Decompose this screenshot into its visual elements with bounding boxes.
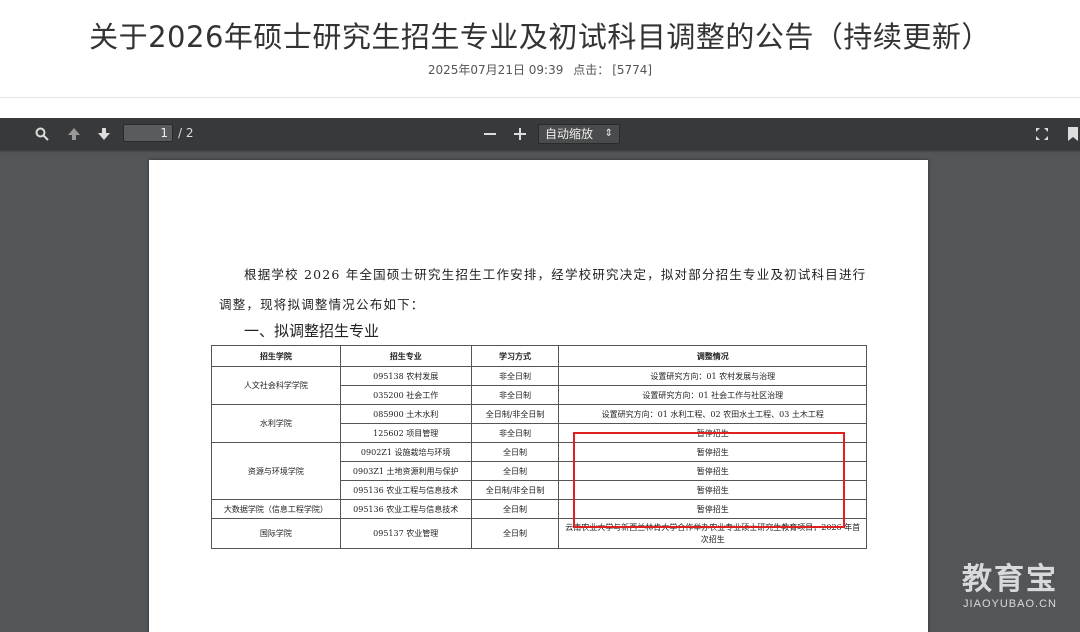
pdf-toolbar: 1 / 2 自动缩放 ⇕ <box>0 118 1080 150</box>
mode-cell: 全日制 <box>470 499 560 519</box>
college-cell: 人文社会科学学院 <box>211 366 341 405</box>
change-cell: 设置研究方向：01 农村发展与治理 <box>558 366 867 386</box>
page-number-input[interactable]: 1 <box>123 124 173 142</box>
presentation-mode-icon[interactable] <box>1033 124 1051 144</box>
article-date: 2025年07月21日 09:39 <box>427 63 564 77</box>
announcement-paragraph: 根据学校 2026 年全国硕士研究生招生工作安排，经学校研究决定，拟对部分招生专… <box>219 267 867 312</box>
next-page-icon[interactable] <box>94 124 114 144</box>
major-cell: 095138 农村发展 <box>339 366 472 386</box>
table-row: 人文社会科学学院 095138 农村发展 非全日制 设置研究方向：01 农村发展… <box>211 366 867 405</box>
college-cell: 水利学院 <box>211 404 341 443</box>
table-header: 招生专业 <box>339 345 472 367</box>
major-cell: 095136 农业工程与信息技术 <box>339 480 472 500</box>
zoom-out-icon[interactable] <box>482 124 498 144</box>
major-cell: 085900 土木水利 <box>339 404 472 424</box>
clicks-count: [5774] <box>612 63 653 77</box>
pdf-viewer: 1 / 2 自动缩放 ⇕ 根据学校 2026 年全国硕士研究生招生工作安排，经学… <box>0 118 1080 632</box>
article-title: 关于2026年硕士研究生招生专业及初试科目调整的公告（持续更新） <box>89 20 991 54</box>
watermark-url: JIAOYUBAO.CN <box>963 598 1057 610</box>
table-header: 调整情况 <box>558 345 867 367</box>
clicks-label: 点击： <box>573 63 610 77</box>
zoom-in-icon[interactable] <box>512 124 528 144</box>
page-count: / 2 <box>178 126 194 140</box>
zoom-select-value: 自动缩放 <box>545 127 594 141</box>
watermark: 教育宝 JIAOYUBAO.CN <box>962 554 1058 610</box>
mode-cell: 全日制 <box>470 518 560 549</box>
college-cell: 大数据学院（信息工程学院） <box>211 499 341 519</box>
mode-cell: 全日制/非全日制 <box>470 404 560 424</box>
mode-cell: 全日制/非全日制 <box>470 480 560 500</box>
major-cell: 0902Z1 设施栽培与环境 <box>339 442 472 462</box>
major-cell: 095136 农业工程与信息技术 <box>339 499 472 519</box>
watermark-logo: 教育宝 <box>962 562 1058 597</box>
zoom-select[interactable]: 自动缩放 ⇕ <box>538 124 620 144</box>
bookmark-icon[interactable] <box>1066 124 1080 144</box>
change-cell: 设置研究方向：01 水利工程、02 农田水土工程、03 土木工程 <box>558 404 867 424</box>
highlight-box <box>573 432 845 528</box>
table-row: 水利学院 085900 土木水利 全日制/非全日制 设置研究方向：01 水利工程… <box>211 404 867 443</box>
article-header: 关于2026年硕士研究生招生专业及初试科目调整的公告（持续更新） 2025年07… <box>0 0 1080 98</box>
mode-cell: 全日制 <box>470 461 560 481</box>
major-cell: 0903Z1 土地资源利用与保护 <box>339 461 472 481</box>
table-header: 招生学院 <box>211 345 341 367</box>
major-cell: 035200 社会工作 <box>339 385 472 405</box>
major-cell: 125602 项目管理 <box>339 423 472 443</box>
change-cell: 设置研究方向：01 社会工作与社区治理 <box>558 385 867 405</box>
mode-cell: 非全日制 <box>470 423 560 443</box>
college-cell: 国际学院 <box>211 518 341 549</box>
search-icon[interactable] <box>33 124 51 144</box>
section-title: 一、拟调整招生专业 <box>244 322 380 340</box>
table-header-row: 招生学院 招生专业 学习方式 调整情况 <box>211 345 867 367</box>
mode-cell: 全日制 <box>470 442 560 462</box>
pdf-page: 根据学校 2026 年全国硕士研究生招生工作安排，经学校研究决定，拟对部分招生专… <box>149 160 928 632</box>
previous-page-icon[interactable] <box>64 124 84 144</box>
mode-cell: 非全日制 <box>470 385 560 405</box>
mode-cell: 非全日制 <box>470 366 560 386</box>
article-meta: 2025年07月21日 09:39 点击： [5774] <box>0 61 1080 78</box>
college-cell: 资源与环境学院 <box>211 442 341 500</box>
major-cell: 095137 农业管理 <box>339 518 472 549</box>
select-arrows-icon: ⇕ <box>604 128 613 139</box>
table-header: 学习方式 <box>470 345 560 367</box>
